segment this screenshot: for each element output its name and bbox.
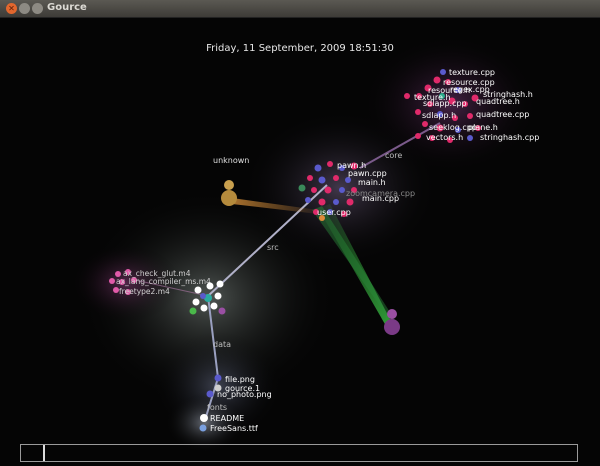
dir-label-data: data [213, 340, 231, 349]
file-label: sdlapp.h [422, 111, 456, 120]
timeline-handle[interactable] [43, 445, 45, 461]
file-label: sdlapp.cpp [423, 99, 467, 108]
file-label: stringhash.h [483, 90, 533, 99]
dir-label-fonts: fonts [207, 403, 227, 412]
file-label: plane.h [468, 123, 498, 132]
minimize-window-button[interactable] [19, 3, 30, 14]
file-label: no_photo.png [217, 390, 272, 399]
file-label: vectors.h [426, 133, 463, 142]
file-label: main.h [358, 178, 386, 187]
file-label: FreeSans.ttf [210, 424, 258, 433]
dir-label-src: src [267, 243, 279, 252]
gource-graph: unknown texture.cpp resource.cpp regex.c… [70, 34, 540, 453]
file-label: ax_lang_compiler_ms.m4 [116, 277, 211, 286]
dir-label-core: core [385, 151, 402, 160]
file-label: freetype2.m4 [119, 287, 170, 296]
file-label: user.cpp [317, 208, 351, 217]
user-label-unknown: unknown [213, 156, 249, 165]
file-label: pawn.cpp [348, 169, 387, 178]
visualization-canvas[interactable]: unknown texture.cpp resource.cpp regex.c… [0, 18, 600, 466]
close-window-button[interactable]: ✕ [6, 3, 17, 14]
file-label: texture.cpp [449, 68, 495, 77]
file-label: README [210, 414, 244, 423]
maximize-window-button[interactable] [32, 3, 43, 14]
window-title: Gource [47, 2, 87, 13]
gource-window: ✕ Gource unknown texture.cpp resource.cp… [0, 0, 600, 466]
file-label: stringhash.cpp [480, 133, 539, 142]
file-label: quadtree.cpp [476, 110, 529, 119]
file-label: file.png [225, 375, 255, 384]
file-label: zoomcamera.cpp [346, 189, 415, 198]
date-time-display: Friday, 11 September, 2009 18:51:30 [206, 43, 394, 54]
title-bar: ✕ Gource [0, 0, 600, 18]
user-avatar-unknown[interactable] [221, 180, 237, 206]
timeline-slider[interactable] [20, 444, 578, 462]
